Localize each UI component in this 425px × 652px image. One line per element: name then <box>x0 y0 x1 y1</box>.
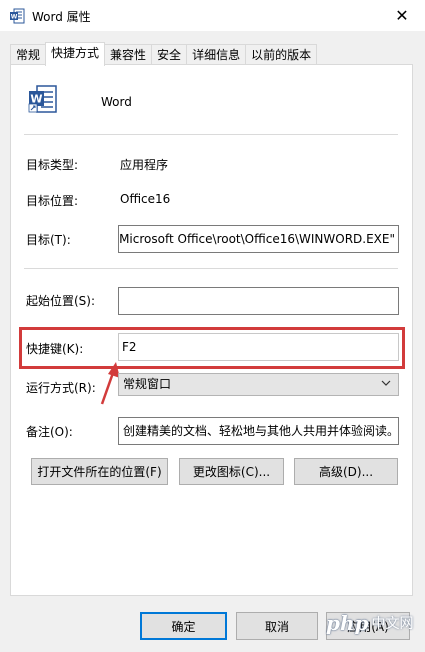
tab-compatibility[interactable]: 兼容性 <box>104 44 153 65</box>
change-icon-button[interactable]: 更改图标(C)... <box>179 458 284 485</box>
tab-shortcut[interactable]: 快捷方式 <box>45 42 106 66</box>
hotkey-highlight-box <box>19 327 405 369</box>
run-mode-value: 常规窗口 <box>123 377 172 391</box>
window-title: Word 属性 <box>32 10 91 24</box>
comment-label: 备注(O): <box>26 425 73 439</box>
ok-button[interactable]: 确定 <box>140 612 227 640</box>
start-in-input[interactable] <box>118 287 399 315</box>
tab-security[interactable]: 安全 <box>151 44 188 65</box>
tab-general[interactable]: 常规 <box>10 44 47 65</box>
target-input-value: \Microsoft Office\root\Office16\WINWORD.… <box>118 232 395 246</box>
word-file-icon: W <box>28 85 57 113</box>
watermark-logo: php <box>326 611 369 635</box>
target-type-label: 目标类型: <box>26 158 79 172</box>
tab-strip: 常规 快捷方式 兼容性 安全 详细信息 以前的版本 <box>10 42 318 66</box>
watermark: php 中文网 <box>326 605 416 641</box>
watermark-text: 中文网 <box>371 616 414 632</box>
chevron-down-icon <box>381 380 391 386</box>
svg-text:W: W <box>30 93 42 106</box>
target-label: 目标(T): <box>26 233 71 247</box>
word-app-icon: W <box>10 8 25 24</box>
cancel-button[interactable]: 取消 <box>236 612 318 640</box>
close-button[interactable]: ✕ <box>379 0 425 31</box>
target-type-value: 应用程序 <box>120 158 169 172</box>
close-icon: ✕ <box>395 6 409 25</box>
title-bar: W Word 属性 ✕ <box>0 0 425 31</box>
comment-input[interactable]: 创建精美的文档、轻松地与其他人共用并体验阅读。 <box>118 417 399 445</box>
run-label: 运行方式(R): <box>26 381 96 395</box>
tab-previous-versions[interactable]: 以前的版本 <box>245 44 318 65</box>
svg-text:W: W <box>11 14 18 21</box>
shortcut-name: Word <box>101 95 132 109</box>
target-location-value: Office16 <box>120 192 171 206</box>
run-mode-select[interactable]: 常规窗口 <box>118 373 399 396</box>
start-in-label: 起始位置(S): <box>26 294 96 308</box>
open-file-location-button[interactable]: 打开文件所在的位置(F) <box>31 458 168 485</box>
advanced-button[interactable]: 高级(D)... <box>294 458 398 485</box>
target-location-label: 目标位置: <box>26 194 79 208</box>
divider <box>24 134 398 135</box>
target-input[interactable]: \Microsoft Office\root\Office16\WINWORD.… <box>118 225 399 253</box>
tab-details[interactable]: 详细信息 <box>186 44 247 65</box>
divider <box>24 268 398 269</box>
